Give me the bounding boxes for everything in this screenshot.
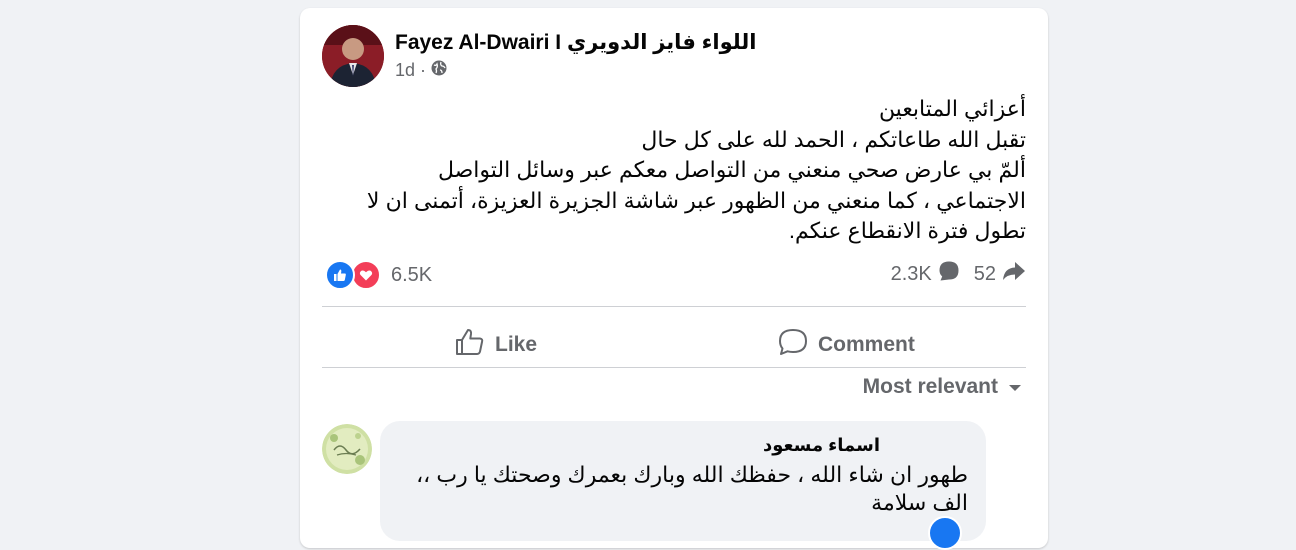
comment-button-label: Comment: [818, 333, 915, 356]
post-text-line: تقبل الله طاعاتكم ، الحمد لله على كل حال: [641, 126, 1026, 152]
comment-bubble-icon: [938, 260, 960, 288]
commenter-avatar[interactable]: [322, 424, 372, 474]
comments-count: 2.3K: [890, 262, 932, 285]
post-time[interactable]: 1d: [395, 60, 415, 81]
post-text-line: تطول فترة الانقطاع عنكم.: [788, 218, 1026, 243]
reactions-summary[interactable]: 6.5K: [325, 260, 432, 290]
comment-sort-dropdown[interactable]: Most relevant: [863, 375, 1022, 399]
comment-icon: [778, 328, 808, 362]
shares-stat[interactable]: 52: [974, 260, 1026, 288]
globe-icon[interactable]: [431, 60, 447, 81]
reactions-count: 6.5K: [391, 263, 433, 286]
caret-down-icon: [1008, 375, 1022, 399]
post-text-line: أعزائي المتابعين: [878, 96, 1026, 121]
author-avatar[interactable]: [322, 25, 384, 87]
post-card: Fayez Al-Dwairi I اللواء فايز الدويري 1d…: [300, 8, 1048, 550]
stats-divider: [322, 306, 1026, 307]
engagement-stats: 2.3K 52: [891, 260, 1026, 288]
comment-button[interactable]: Comment: [778, 320, 915, 370]
sort-label: Most relevant: [862, 375, 998, 398]
meta-separator: ·: [420, 60, 427, 80]
post-text-line: الاجتماعي ، كما منعني من الظهور عبر شاشة…: [366, 187, 1026, 213]
actions-divider: [322, 367, 1026, 368]
like-icon: [325, 260, 355, 290]
comments-stat[interactable]: 2.3K: [891, 260, 960, 288]
comment-author-name[interactable]: اسماء مسعود: [763, 435, 880, 456]
comment-text-line: طهور ان شاء الله ، حفظك الله وبارك بعمرك…: [416, 462, 968, 487]
like-button-label: Like: [495, 333, 538, 356]
like-button[interactable]: Like: [455, 320, 537, 370]
love-icon: [351, 260, 381, 290]
comment-reaction-badge[interactable]: [928, 516, 962, 550]
post-author-name[interactable]: Fayez Al-Dwairi I اللواء فايز الدويري: [395, 30, 756, 55]
comment-text-line: الف سلامة: [871, 490, 968, 515]
post-meta: 1d ·: [395, 60, 447, 81]
share-arrow-icon: [1002, 260, 1026, 288]
post-text-line: ألمّ بي عارض صحي منعني من التواصل معكم ع…: [437, 157, 1026, 182]
comment-bubble: اسماء مسعود طهور ان شاء الله ، حفظك الله…: [380, 421, 986, 541]
post-text: أعزائي المتابعين تقبل الله طاعاتكم ، الح…: [322, 94, 1026, 247]
thumbs-up-icon: [455, 328, 485, 362]
shares-count: 52: [973, 262, 996, 285]
comment-text: طهور ان شاء الله ، حفظك الله وبارك بعمرك…: [388, 461, 968, 517]
